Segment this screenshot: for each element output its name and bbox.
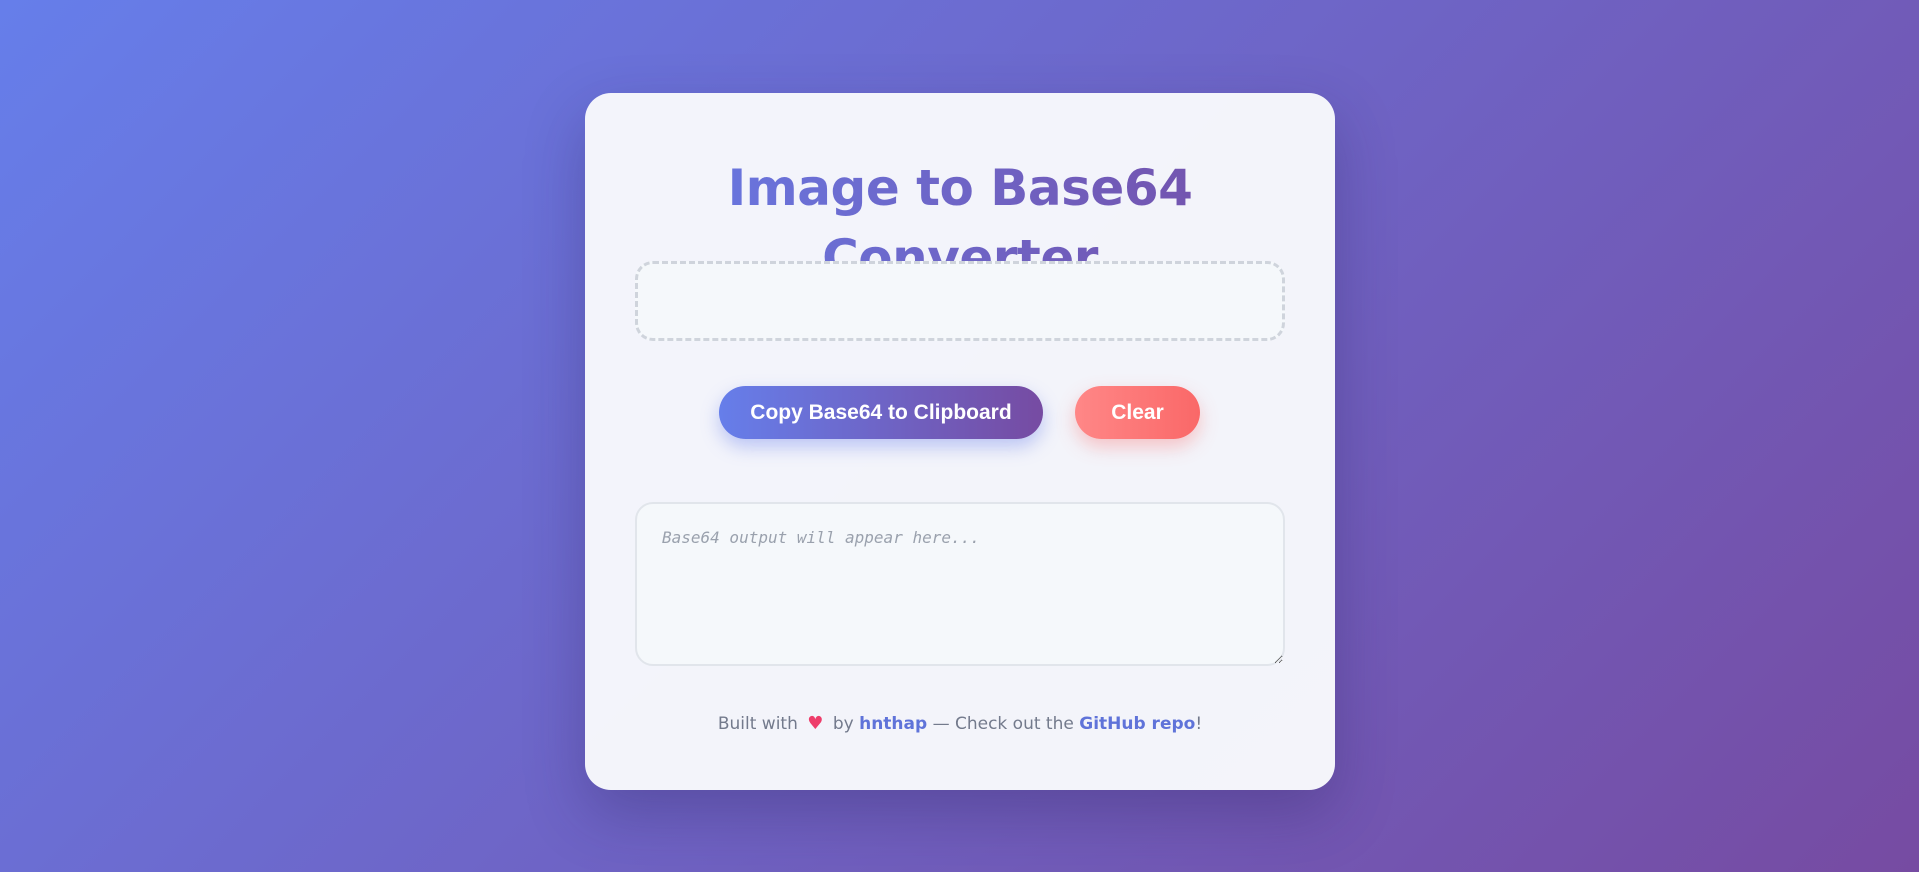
- footer-built-with: Built with: [717, 714, 798, 734]
- footer-suffix: !: [1195, 714, 1203, 734]
- copy-base64-button[interactable]: Copy Base64 to Clipboard: [719, 386, 1043, 439]
- action-buttons: Copy Base64 to Clipboard Clear: [585, 386, 1335, 440]
- clear-button[interactable]: Clear: [1075, 386, 1200, 439]
- footer-by: by: [832, 714, 854, 734]
- footer-separator: — Check out the: [932, 714, 1074, 734]
- github-repo-link[interactable]: GitHub repo: [1079, 714, 1195, 734]
- image-dropzone[interactable]: [635, 261, 1285, 341]
- converter-card: Image to Base64 Converter Copy Base64 to…: [585, 93, 1335, 790]
- heart-icon: ♥: [807, 713, 824, 734]
- footer: Built with ♥ by hnthap — Check out the G…: [585, 712, 1335, 736]
- author-link[interactable]: hnthap: [859, 714, 927, 734]
- base64-output[interactable]: [635, 502, 1285, 666]
